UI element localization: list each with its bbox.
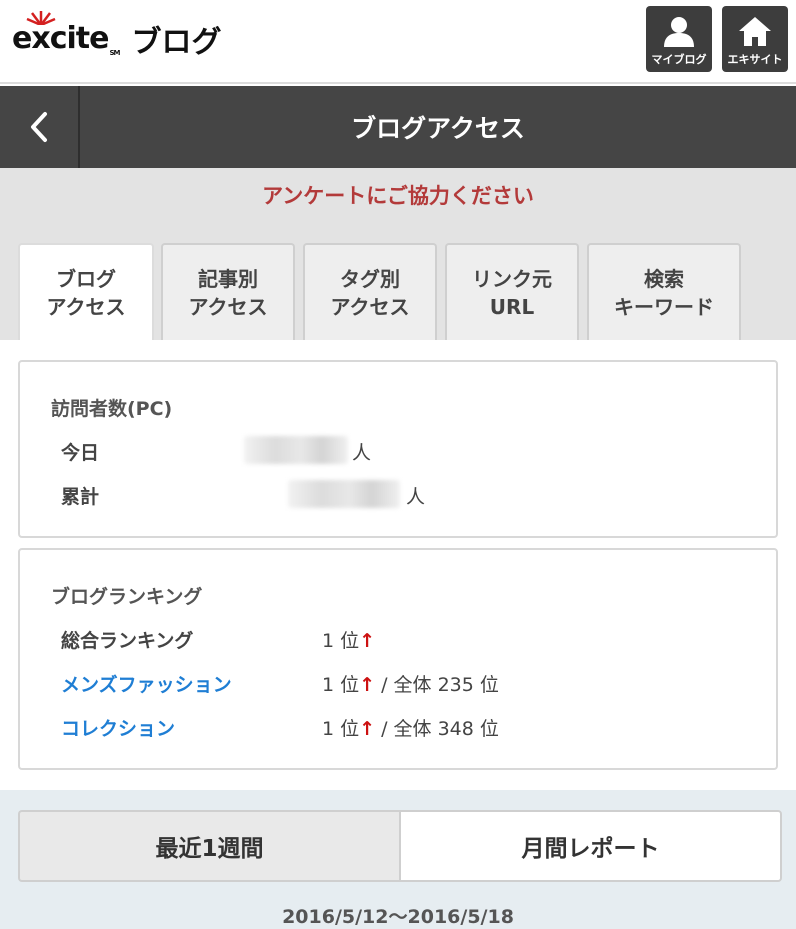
rank-up-arrow-icon: ↑ <box>359 674 376 696</box>
excite-label: エキサイト <box>727 53 783 66</box>
rank-value: 1 位 <box>322 718 360 740</box>
tabs-area: アンケートにご協力ください ブログ アクセス 記事別 アクセス タグ別 アクセス… <box>0 168 796 340</box>
tab-label-line1: 記事別 <box>198 266 258 291</box>
monthly-report-button[interactable]: 月間レポート <box>399 810 782 882</box>
tab-tag-access[interactable]: タグ別 アクセス <box>303 243 437 340</box>
app-header: exciteSM ブログ マイブログ エキサイト <box>0 0 796 84</box>
date-range: 2016/5/12〜2016/5/18 <box>282 906 514 928</box>
today-label: 今日 <box>61 442 100 464</box>
tab-blog-access[interactable]: ブログ アクセス <box>18 243 154 340</box>
chevron-left-icon <box>31 112 47 142</box>
total-count-redacted <box>288 480 400 508</box>
ranking-title: ブログランキング <box>51 586 203 608</box>
tab-search-keyword[interactable]: 検索 キーワード <box>587 243 741 340</box>
tab-label-line2: アクセス <box>46 294 126 319</box>
title-bar: ブログアクセス <box>0 86 796 168</box>
tab-label-line2: URL <box>489 294 535 319</box>
page-title: ブログアクセス <box>351 114 525 143</box>
my-blog-label: マイブログ <box>651 53 707 66</box>
logo-blog-text: ブログ <box>131 25 222 60</box>
logo-wordmark: exciteSM <box>12 11 120 57</box>
total-unit: 人 <box>406 486 426 508</box>
rank-up-arrow-icon: ↑ <box>359 718 376 740</box>
rank-overall-total: / 全体 348 位 <box>375 718 499 740</box>
ranking-collection-link[interactable]: コレクション <box>61 714 175 741</box>
rank-value: 1 位 <box>322 674 360 696</box>
home-icon <box>739 17 771 46</box>
excite-blog-logo[interactable]: exciteSM ブログ <box>12 11 222 64</box>
tab-label-line1: ブログ <box>56 266 116 291</box>
period-section: 最近1週間 月間レポート 2016/5/12〜2016/5/18 <box>0 790 796 929</box>
ranking-overall-value: 1 位↑ <box>322 626 375 653</box>
tab-label-line2: アクセス <box>188 294 268 319</box>
ranking-collection-value: 1 位↑ / 全体 348 位 <box>322 714 499 741</box>
tab-label-line2: アクセス <box>330 294 410 319</box>
ranking-mens-fashion-value: 1 位↑ / 全体 235 位 <box>322 670 499 697</box>
tab-article-access[interactable]: 記事別 アクセス <box>161 243 295 340</box>
back-button[interactable] <box>0 86 80 168</box>
survey-link[interactable]: アンケートにご協力ください <box>0 180 796 210</box>
tab-label-line1: タグ別 <box>340 266 400 291</box>
tab-label-line1: リンク元 <box>472 266 552 291</box>
my-blog-button[interactable]: マイブログ <box>646 6 712 72</box>
tab-label-line1: 検索 <box>644 266 684 291</box>
logo-rays-icon <box>26 11 56 25</box>
visitors-card: 訪問者数(PC) 今日 人 累計 人 <box>18 360 778 538</box>
rank-overall-total: / 全体 235 位 <box>375 674 499 696</box>
today-count-redacted <box>244 436 348 464</box>
ranking-mens-fashion-link[interactable]: メンズファッション <box>61 670 232 697</box>
rank-value: 1 位 <box>322 630 360 652</box>
rank-up-arrow-icon: ↑ <box>359 630 376 652</box>
tab-label-line2: キーワード <box>614 294 714 319</box>
today-unit: 人 <box>352 442 372 464</box>
tab-referrer-url[interactable]: リンク元 URL <box>445 243 579 340</box>
excite-home-button[interactable]: エキサイト <box>722 6 788 72</box>
ranking-overall-label: 総合ランキング <box>61 630 194 652</box>
visitors-title: 訪問者数(PC) <box>51 398 173 420</box>
user-icon <box>664 17 694 47</box>
recent-week-button[interactable]: 最近1週間 <box>18 810 399 882</box>
ranking-card: ブログランキング 総合ランキング 1 位↑ メンズファッション 1 位↑ / 全… <box>18 548 778 770</box>
total-label: 累計 <box>61 486 100 508</box>
